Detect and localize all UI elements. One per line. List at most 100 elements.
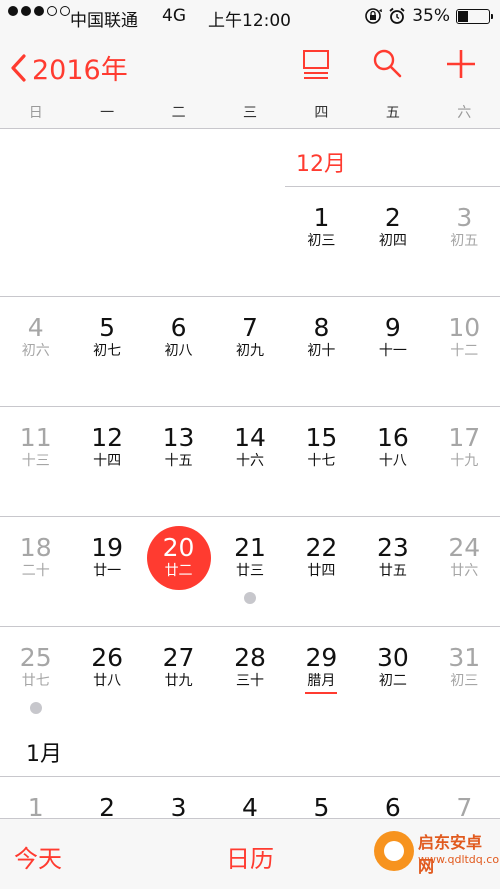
watermark: 启东安卓网 www.qdltdq.com: [374, 827, 500, 881]
network-type: 4G: [162, 6, 186, 26]
day-cell[interactable]: 13 十五: [143, 424, 214, 470]
weekday-label: 二: [171, 105, 186, 121]
lunar-date: 廿三: [235, 563, 264, 579]
day-cell[interactable]: 11 十三: [0, 424, 71, 470]
lunar-date: 廿九: [164, 673, 193, 689]
day-cell[interactable]: 18 二十: [0, 534, 71, 580]
day-cell[interactable]: 3 初五: [429, 204, 500, 250]
day-number: 9: [384, 313, 401, 342]
day-number: 1: [313, 203, 330, 232]
day-cell[interactable]: 1 初三: [286, 204, 357, 250]
day-cell[interactable]: 24 廿六: [429, 534, 500, 580]
day-cell[interactable]: 25 廿七: [0, 643, 71, 714]
week-divider: [0, 626, 500, 627]
day-cell[interactable]: 31 初三: [429, 644, 500, 690]
day-number: 19: [91, 533, 124, 562]
week-row: 25 廿七 26 廿八 27 廿九 28 三十 29 腊月 30 初二 31 初三: [0, 643, 500, 714]
weekday-label: 四: [314, 105, 329, 121]
day-cell[interactable]: 20 廿二: [143, 526, 214, 590]
empty-day-cell: [71, 204, 142, 250]
lunar-month-start-underline: [305, 692, 338, 694]
chevron-left-icon: [11, 53, 26, 82]
lunar-date: 腊月: [307, 673, 336, 689]
lunar-date: 廿四: [307, 563, 336, 579]
day-cell[interactable]: 14 十六: [214, 424, 285, 470]
carrier-name: 中国联通: [70, 11, 138, 31]
week-row: 1 初三 2 初四 3 初五: [0, 204, 500, 250]
day-number: 5: [99, 313, 116, 342]
empty-day-cell: [0, 204, 71, 250]
lunar-date: 初三: [307, 233, 336, 249]
lunar-date: 十六: [235, 453, 264, 469]
tab-bar: 今天 日历 启东安卓网 www.qdltdq.com: [0, 818, 500, 889]
watermark-logo-icon: [374, 831, 414, 871]
day-cell[interactable]: 6 初八: [143, 314, 214, 360]
day-cell[interactable]: 19 廿一: [71, 534, 142, 580]
weekday-label: 五: [385, 105, 400, 121]
calendars-tab[interactable]: 日历: [226, 839, 274, 874]
day-number: 31: [448, 643, 481, 672]
day-number: 16: [376, 423, 409, 452]
day-cell[interactable]: 17 十九: [429, 424, 500, 470]
day-number: 14: [234, 423, 266, 452]
week-divider: [0, 406, 500, 407]
lunar-date: 十一: [378, 343, 407, 359]
day-cell[interactable]: 30 初二: [357, 644, 428, 690]
day-number: 20: [162, 533, 195, 562]
back-label: 2016年: [32, 55, 128, 86]
lunar-date: 初四: [378, 233, 407, 249]
day-number: 28: [234, 643, 266, 672]
day-cell[interactable]: 16 十八: [357, 424, 428, 470]
back-to-year-button[interactable]: 2016年: [10, 48, 128, 87]
add-event-icon[interactable]: [446, 48, 476, 80]
day-cell[interactable]: 4 初六: [0, 314, 71, 360]
day-number: 11: [19, 423, 52, 452]
day-cell[interactable]: 21 廿三: [214, 534, 285, 604]
lunar-date: 廿五: [378, 563, 407, 579]
day-cell[interactable]: 22 廿四: [286, 534, 357, 580]
search-icon[interactable]: [372, 48, 402, 80]
lunar-date: 初八: [164, 343, 193, 359]
today-tab[interactable]: 今天: [14, 839, 62, 874]
day-number: 17: [448, 423, 481, 452]
day-cell[interactable]: 26 廿八: [71, 644, 142, 690]
lunar-date: 初九: [235, 343, 264, 359]
day-number: 26: [91, 643, 124, 672]
weekday-header: 日 一 二 三 四 五 六: [0, 98, 500, 129]
status-time: 上午12:00: [208, 11, 291, 31]
day-number: 27: [162, 643, 195, 672]
lunar-date: 十二: [450, 343, 479, 359]
lunar-date: 廿八: [93, 673, 122, 689]
signal-strength-icon: [8, 6, 70, 16]
day-cell[interactable]: 23 廿五: [357, 534, 428, 580]
day-cell[interactable]: 15 十七: [286, 424, 357, 470]
day-cell[interactable]: 28 三十: [214, 644, 285, 690]
list-view-icon[interactable]: [302, 48, 330, 80]
lunar-date: 初五: [450, 233, 479, 249]
day-cell[interactable]: 8 初十: [286, 314, 357, 360]
day-number: 22: [305, 533, 338, 562]
lunar-date: 初三: [450, 673, 479, 689]
lunar-date: 廿二: [164, 563, 193, 579]
week-divider: [0, 296, 500, 297]
day-cell[interactable]: 27 廿九: [143, 644, 214, 690]
battery-icon: [456, 8, 493, 24]
lunar-date: 初六: [21, 343, 50, 359]
empty-day-cell: [214, 204, 285, 250]
week-row: 4 初六 5 初七 6 初八 7 初九 8 初十 9 十一 10 十二: [0, 314, 500, 360]
day-cell[interactable]: 5 初七: [71, 314, 142, 360]
day-number: 12: [91, 423, 124, 452]
day-cell[interactable]: 29 腊月: [286, 644, 357, 694]
day-cell[interactable]: 9 十一: [357, 314, 428, 360]
day-cell[interactable]: 12 十四: [71, 424, 142, 470]
day-cell[interactable]: 7 初九: [214, 314, 285, 360]
day-number: 24: [448, 533, 481, 562]
week-row: 18 二十 19 廿一 20 廿二 21 廿三 22 廿四 23 廿五 24 廿六: [0, 526, 500, 604]
day-cell[interactable]: 2 初四: [357, 204, 428, 250]
day-cell[interactable]: 10 十二: [429, 314, 500, 360]
day-number: 25: [19, 643, 52, 672]
weekday-label: 六: [457, 105, 472, 121]
alarm-icon: [389, 7, 405, 24]
day-number: 6: [170, 313, 187, 342]
weekday-label: 三: [242, 105, 257, 121]
